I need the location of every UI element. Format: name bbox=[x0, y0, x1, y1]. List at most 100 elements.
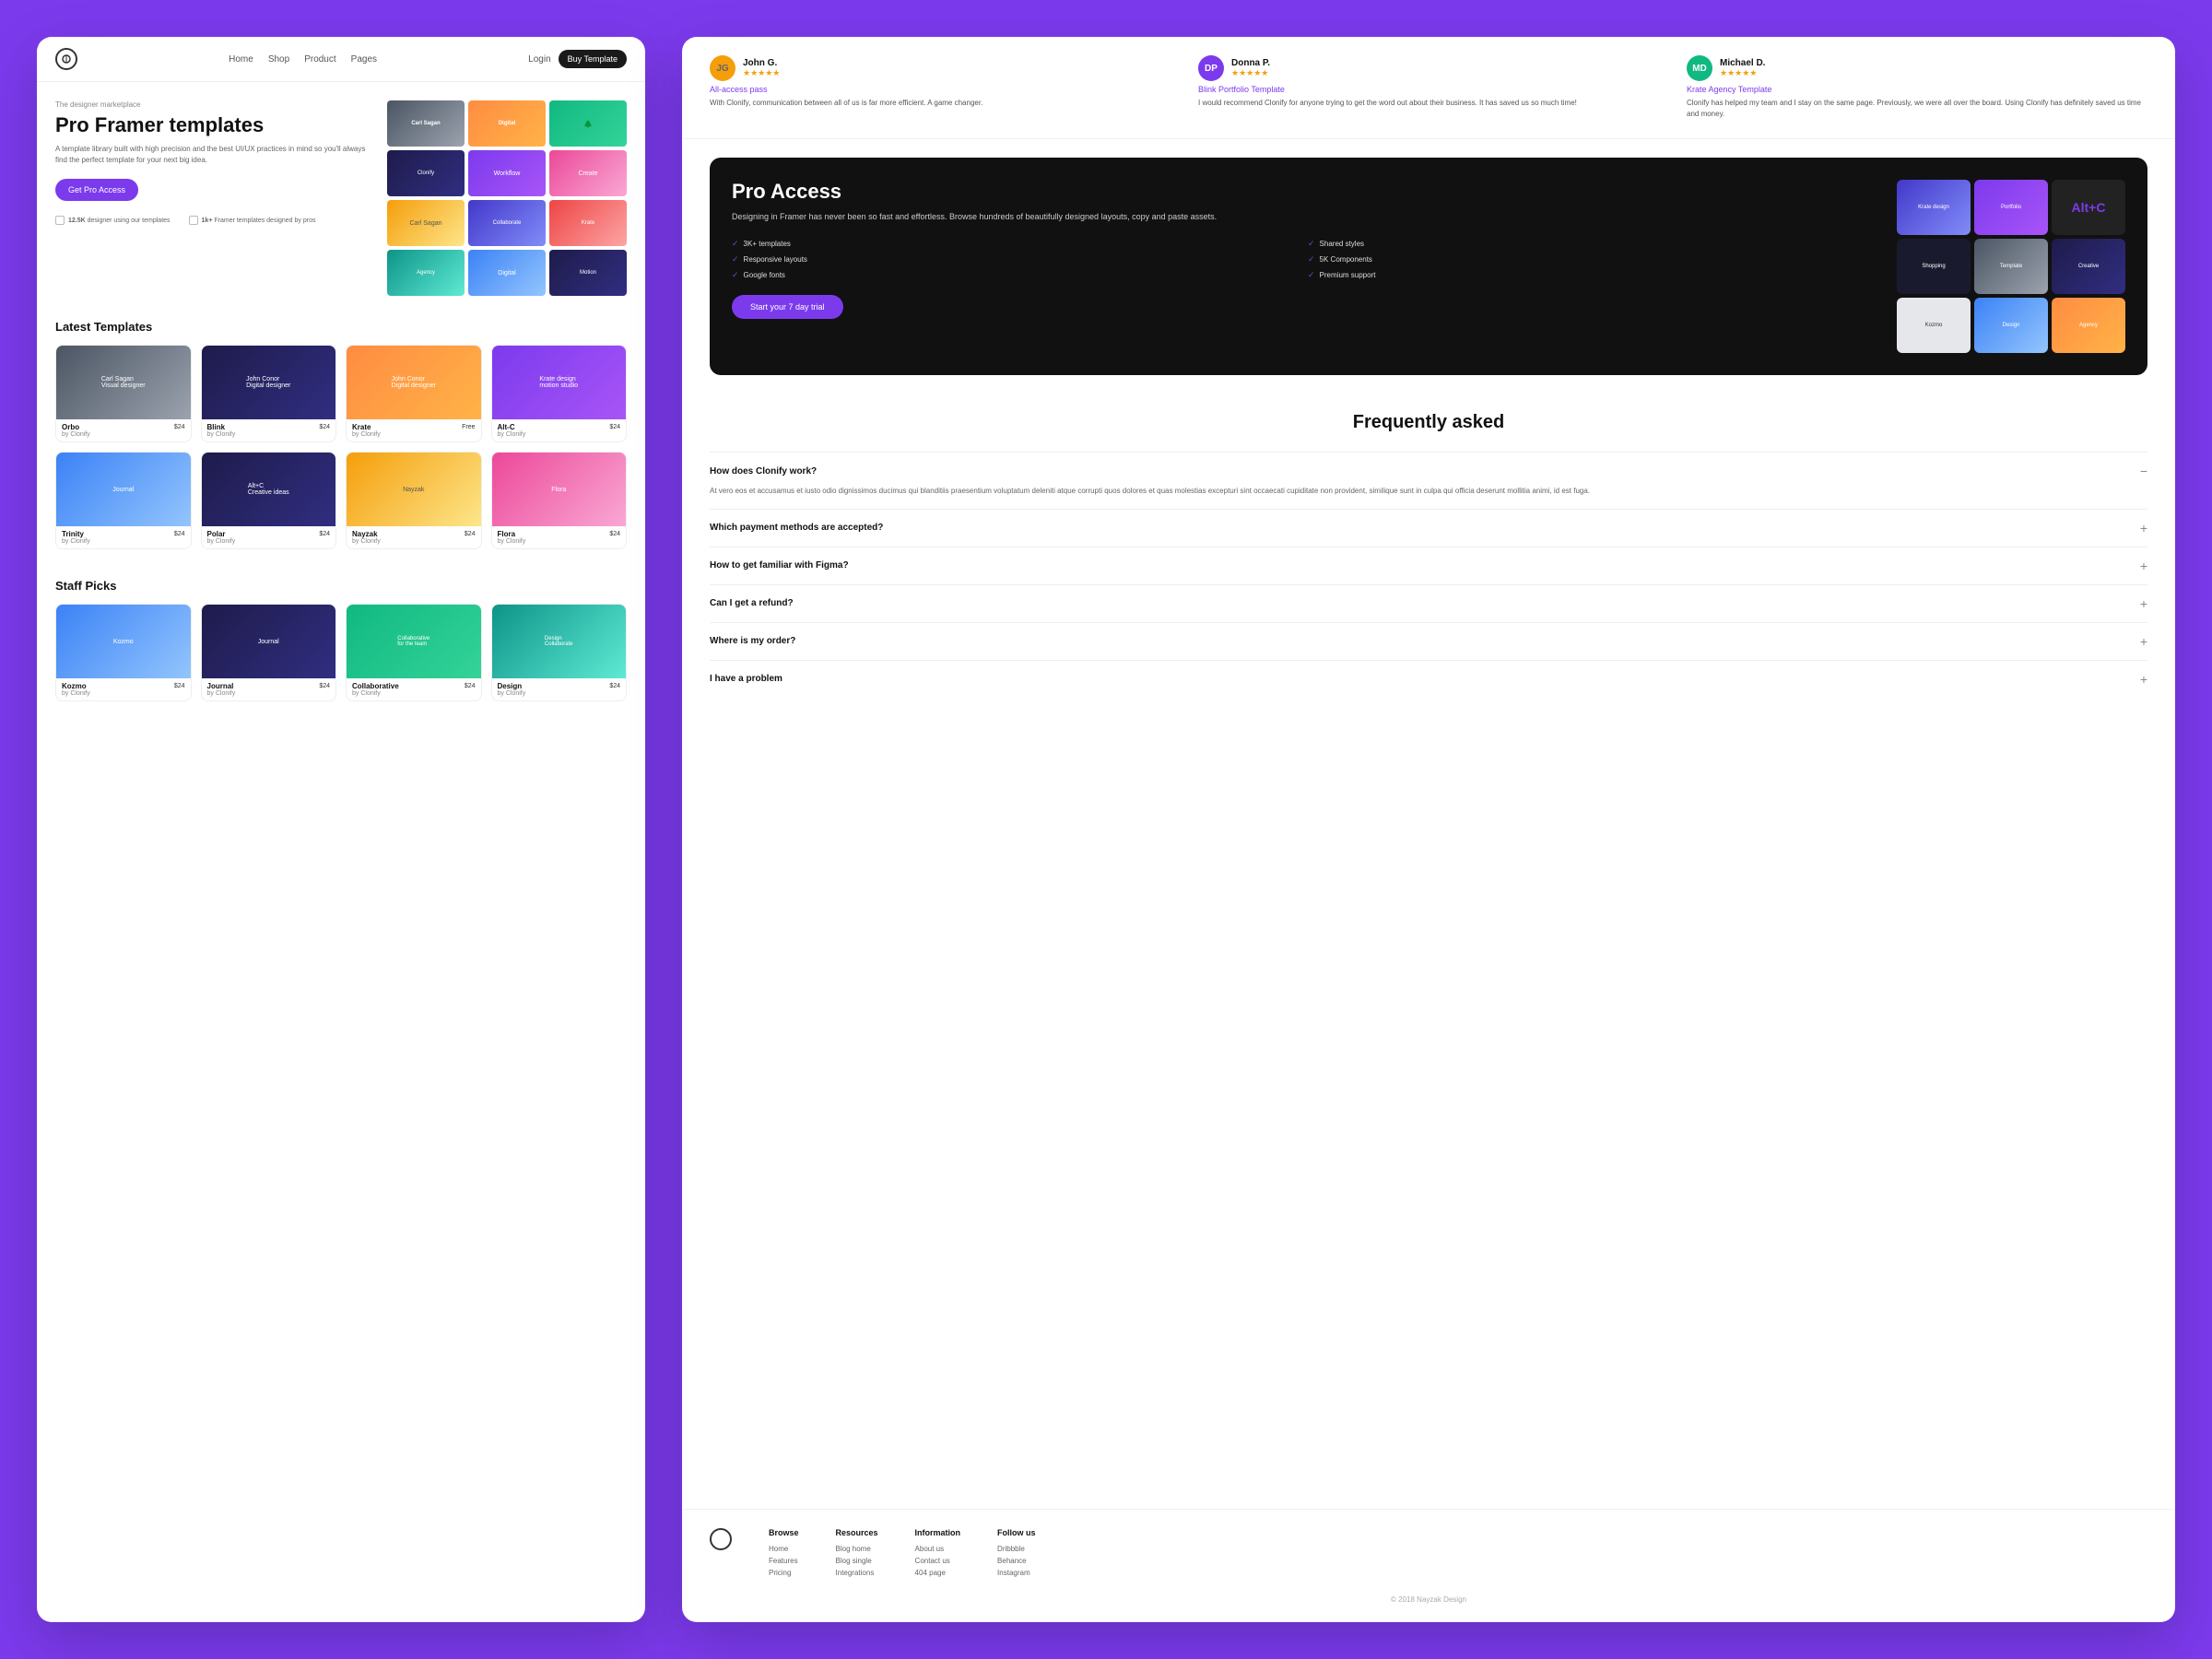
faq-question-1[interactable]: Which payment methods are accepted? + bbox=[710, 521, 2147, 535]
pro-img-5: Template bbox=[1974, 239, 2048, 294]
template-info-altc: Alt-C $24 by Clonify bbox=[492, 419, 627, 441]
hero-thumb-5: Workflow bbox=[468, 150, 546, 196]
template-author-krate: by Clonify bbox=[352, 431, 476, 438]
template-card-nayzak[interactable]: Nayzak Nayzak $24 by Clonify bbox=[346, 452, 482, 549]
pro-img-4: Shopping bbox=[1897, 239, 1971, 294]
footer-follow: Follow us Dribbble Behance Instagram bbox=[997, 1528, 1036, 1581]
footer-logo-wrap bbox=[710, 1528, 732, 1581]
footer-features-link[interactable]: Features bbox=[769, 1557, 799, 1565]
template-author-nayzak: by Clonify bbox=[352, 538, 476, 545]
review-text-michael: Clonify has helped my team and I stay on… bbox=[1687, 98, 2147, 120]
review-text-john: With Clonify, communication between all … bbox=[710, 98, 1171, 109]
template-name-trinity: Trinity bbox=[62, 530, 84, 538]
staff-info-design: Design $24 by Clonify bbox=[492, 678, 627, 700]
template-card-blink[interactable]: John ConorDigital designer Blink $24 by … bbox=[201, 345, 337, 442]
template-card-polar[interactable]: Alt+CCreative ideas Polar $24 by Clonify bbox=[201, 452, 337, 549]
nav-home[interactable]: Home bbox=[229, 54, 253, 65]
check-icon-0: ✓ bbox=[732, 239, 739, 249]
staff-pick-collaborative[interactable]: Collaborativefor the team Collaborative … bbox=[346, 604, 482, 701]
stat-icon-2 bbox=[189, 216, 198, 225]
template-name-polar: Polar bbox=[207, 530, 226, 538]
footer-pricing-link[interactable]: Pricing bbox=[769, 1569, 799, 1577]
buy-template-button[interactable]: Buy Template bbox=[559, 50, 627, 68]
check-icon-2: ✓ bbox=[732, 254, 739, 265]
footer-behance-link[interactable]: Behance bbox=[997, 1557, 1036, 1565]
faq-item-1: Which payment methods are accepted? + bbox=[710, 509, 2147, 547]
pro-access-content: Pro Access Designing in Framer has never… bbox=[732, 180, 1878, 319]
footer-browse: Browse Home Features Pricing bbox=[769, 1528, 799, 1581]
template-price-altc: $24 bbox=[609, 424, 620, 430]
faq-title: Frequently asked bbox=[710, 412, 2147, 433]
staff-pick-design[interactable]: DesignCollaborate Design $24 by Clonify bbox=[491, 604, 628, 701]
latest-templates-title: Latest Templates bbox=[55, 320, 627, 334]
faq-section: Frequently asked How does Clonify work? … bbox=[682, 394, 2175, 716]
footer-404-link[interactable]: 404 page bbox=[915, 1569, 961, 1577]
review-michael: MD Michael D. ★★★★★ Krate Agency Templat… bbox=[1687, 55, 2147, 120]
template-meta-trinity: Trinity $24 bbox=[62, 530, 185, 538]
pro-img-6: Creative bbox=[2052, 239, 2125, 294]
faq-question-2[interactable]: How to get familiar with Figma? + bbox=[710, 559, 2147, 573]
footer-contact-link[interactable]: Contact us bbox=[915, 1557, 961, 1565]
review-template-donna: Blink Portfolio Template bbox=[1198, 85, 1659, 94]
logo[interactable] bbox=[55, 48, 77, 70]
hero-thumb-12: Motion bbox=[549, 250, 627, 296]
template-name-nayzak: Nayzak bbox=[352, 530, 378, 538]
staff-picks-grid: Kozmo Kozmo $24 by Clonify Journal Journ… bbox=[55, 604, 627, 701]
staff-name-design: Design bbox=[498, 682, 523, 690]
faq-question-4[interactable]: Where is my order? + bbox=[710, 634, 2147, 649]
pro-cta-button[interactable]: Start your 7 day trial bbox=[732, 295, 843, 319]
faq-question-0[interactable]: How does Clonify work? − bbox=[710, 464, 2147, 478]
template-author-blink: by Clonify bbox=[207, 431, 331, 438]
latest-templates-grid: Carl SaganVisual designer Orbo $24 by Cl… bbox=[55, 345, 627, 549]
staff-thumb-journal: Journal bbox=[202, 605, 336, 678]
review-text-donna: I would recommend Clonify for anyone try… bbox=[1198, 98, 1659, 109]
pro-features-list: ✓ 3K+ templates ✓ Shared styles ✓ Respon… bbox=[732, 239, 1878, 280]
hero-thumb-10: Agency bbox=[387, 250, 465, 296]
staff-name-collaborative: Collaborative bbox=[352, 682, 399, 690]
staff-thumb-kozmo: Kozmo bbox=[56, 605, 191, 678]
nav-shop[interactable]: Shop bbox=[268, 54, 289, 65]
template-card-orbo[interactable]: Carl SaganVisual designer Orbo $24 by Cl… bbox=[55, 345, 192, 442]
hero-stat-templates: 1k+ Framer templates designed by pros bbox=[189, 216, 316, 225]
template-thumb-altc: Krate designmotion studio bbox=[492, 346, 627, 419]
reviews-section: JG John G. ★★★★★ All-access pass With Cl… bbox=[682, 37, 2175, 139]
staff-pick-kozmo[interactable]: Kozmo Kozmo $24 by Clonify bbox=[55, 604, 192, 701]
hero-title: Pro Framer templates bbox=[55, 114, 372, 136]
footer-about-link[interactable]: About us bbox=[915, 1545, 961, 1553]
footer-blog-home-link[interactable]: Blog home bbox=[836, 1545, 878, 1553]
template-card-trinity[interactable]: Journal Trinity $24 by Clonify bbox=[55, 452, 192, 549]
staff-pick-journal[interactable]: Journal Journal $24 by Clonify bbox=[201, 604, 337, 701]
footer-integrations-link[interactable]: Integrations bbox=[836, 1569, 878, 1577]
footer-blog-single-link[interactable]: Blog single bbox=[836, 1557, 878, 1565]
hero-image-grid: Carl Sagan Digital 🌲 Clonify Workflow Cr… bbox=[387, 100, 627, 296]
template-card-altc[interactable]: Krate designmotion studio Alt-C $24 by C… bbox=[491, 345, 628, 442]
nav-product[interactable]: Product bbox=[304, 54, 335, 65]
review-header-michael: MD Michael D. ★★★★★ bbox=[1687, 55, 2147, 81]
hero-section: The designer marketplace Pro Framer temp… bbox=[37, 82, 645, 305]
pro-access-desc: Designing in Framer has never been so fa… bbox=[732, 211, 1878, 224]
footer-home-link[interactable]: Home bbox=[769, 1545, 799, 1553]
footer-dribbble-link[interactable]: Dribbble bbox=[997, 1545, 1036, 1553]
hero-cta-button[interactable]: Get Pro Access bbox=[55, 179, 138, 201]
footer-information-title: Information bbox=[915, 1528, 961, 1537]
template-price-polar: $24 bbox=[319, 531, 330, 537]
template-price-blink: $24 bbox=[319, 424, 330, 430]
staff-meta-collaborative: Collaborative $24 bbox=[352, 682, 476, 690]
nav-links: Home Shop Product Pages bbox=[96, 54, 510, 65]
nav-pages[interactable]: Pages bbox=[351, 54, 377, 65]
faq-question-5[interactable]: I have a problem + bbox=[710, 672, 2147, 687]
hero-description: A template library built with high preci… bbox=[55, 144, 372, 166]
template-price-orbo: $24 bbox=[174, 424, 185, 430]
template-card-krate[interactable]: John ConorDigital designer Krate Free by… bbox=[346, 345, 482, 442]
nav-actions: Login Buy Template bbox=[528, 50, 627, 68]
hero-text: The designer marketplace Pro Framer temp… bbox=[55, 100, 372, 225]
staff-name-journal: Journal bbox=[207, 682, 234, 690]
template-card-flora[interactable]: Flora Flora $24 by Clonify bbox=[491, 452, 628, 549]
check-icon-5: ✓ bbox=[1308, 270, 1315, 280]
footer-instagram-link[interactable]: Instagram bbox=[997, 1569, 1036, 1577]
staff-thumb-collaborative: Collaborativefor the team bbox=[347, 605, 481, 678]
template-info-krate: Krate Free by Clonify bbox=[347, 419, 481, 441]
right-panel: JG John G. ★★★★★ All-access pass With Cl… bbox=[682, 37, 2175, 1622]
login-button[interactable]: Login bbox=[528, 54, 550, 65]
faq-question-3[interactable]: Can I get a refund? + bbox=[710, 596, 2147, 611]
